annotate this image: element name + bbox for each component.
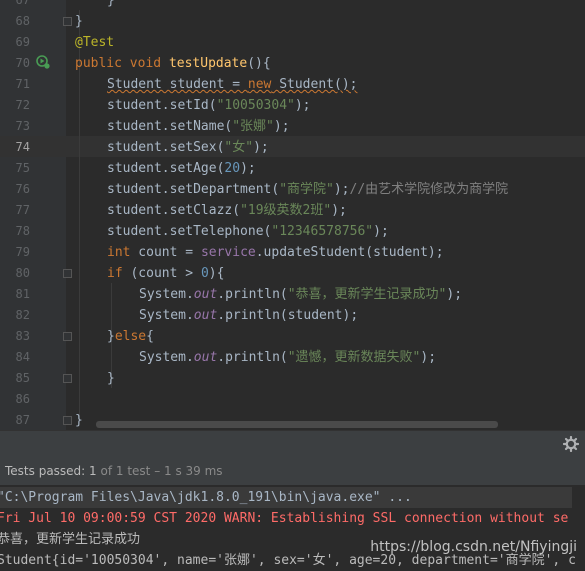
line-number: 68 bbox=[15, 14, 30, 28]
line-number: 69 bbox=[15, 35, 30, 49]
run-panel-toolbar bbox=[0, 430, 585, 458]
fold-marker[interactable] bbox=[63, 17, 72, 26]
run-test-icon[interactable] bbox=[36, 55, 50, 69]
line-number: 67 bbox=[15, 0, 30, 7]
code-line-81[interactable]: System.out.println("恭喜，更新学生记录成功"); bbox=[139, 284, 462, 305]
line-number: 85 bbox=[15, 371, 30, 385]
code-line-68[interactable]: } bbox=[75, 11, 83, 32]
code-line-87[interactable]: } bbox=[75, 410, 83, 430]
code-editor[interactable]: 67 68 69 70 71 72 73 74 75 76 77 78 79 80 81 82 83 84 85 86… bbox=[0, 0, 585, 430]
code-line-71[interactable]: Student student = new Student(); bbox=[107, 74, 357, 95]
line-number: 83 bbox=[15, 329, 30, 343]
code-line-85[interactable]: } bbox=[107, 368, 115, 389]
code-line-73[interactable]: student.setName("张娜"); bbox=[107, 116, 290, 137]
line-number: 82 bbox=[15, 308, 30, 322]
line-number: 77 bbox=[15, 203, 30, 217]
fold-marker[interactable] bbox=[63, 332, 72, 341]
code-line-75[interactable]: student.setAge(20); bbox=[107, 158, 256, 179]
code-line-74[interactable]: student.setSex("女"); bbox=[107, 137, 269, 158]
line-number: 79 bbox=[15, 245, 30, 259]
test-status-bar: Tests passed: 1 of 1 test – 1 s 39 ms bbox=[0, 457, 585, 485]
code-line-67[interactable]: } bbox=[107, 0, 115, 11]
line-number: 81 bbox=[15, 287, 30, 301]
code-line-70[interactable]: public void testUpdate(){ bbox=[75, 53, 271, 74]
horizontal-scrollbar[interactable] bbox=[96, 421, 498, 428]
line-number: 87 bbox=[15, 413, 30, 427]
code-line-82[interactable]: System.out.println(student); bbox=[139, 305, 358, 326]
code-line-80[interactable]: if (count > 0){ bbox=[107, 263, 224, 284]
code-line-83[interactable]: }else{ bbox=[107, 326, 154, 347]
line-number: 84 bbox=[15, 350, 30, 364]
code-line-72[interactable]: student.setId("10050304"); bbox=[107, 95, 311, 116]
code-line-76[interactable]: student.setDepartment("商学院");//由艺术学院修改为商… bbox=[107, 179, 508, 200]
code-line-77[interactable]: student.setClazz("19级英数2班"); bbox=[107, 200, 347, 221]
line-number: 78 bbox=[15, 224, 30, 238]
console-command-line[interactable]: "C:\Program Files\Java\jdk1.8.0_191\bin\… bbox=[0, 487, 572, 508]
console-output[interactable]: "C:\Program Files\Java\jdk1.8.0_191\bin\… bbox=[0, 485, 585, 571]
line-number: 70 bbox=[15, 56, 30, 70]
line-number: 72 bbox=[15, 98, 30, 112]
code-line-69[interactable]: @Test bbox=[75, 32, 114, 53]
line-number: 86 bbox=[15, 392, 30, 406]
line-number: 80 bbox=[15, 266, 30, 280]
gear-icon[interactable] bbox=[563, 436, 579, 452]
test-status-text: Tests passed: 1 of 1 test – 1 s 39 ms bbox=[5, 464, 223, 478]
code-line-78[interactable]: student.setTelephone("12346578756"); bbox=[107, 221, 389, 242]
watermark: https://blog.csdn.net/Nfiyingji bbox=[370, 539, 577, 555]
line-number: 74 bbox=[15, 140, 30, 154]
console-warning-line: Fri Jul 10 09:00:59 CST 2020 WARN: Estab… bbox=[0, 511, 569, 526]
code-line-79[interactable]: int count = service.updateStudent(studen… bbox=[107, 242, 444, 263]
fold-marker[interactable] bbox=[63, 374, 72, 383]
line-number: 73 bbox=[15, 119, 30, 133]
fold-marker[interactable] bbox=[63, 269, 72, 278]
line-number: 71 bbox=[15, 77, 30, 91]
current-line-highlight bbox=[0, 136, 585, 157]
fold-marker[interactable] bbox=[63, 416, 72, 425]
console-success-line: 恭喜，更新学生记录成功 bbox=[0, 532, 141, 547]
code-line-84[interactable]: System.out.println("遗憾，更新数据失败"); bbox=[139, 347, 436, 368]
line-number: 75 bbox=[15, 161, 30, 175]
line-number: 76 bbox=[15, 182, 30, 196]
